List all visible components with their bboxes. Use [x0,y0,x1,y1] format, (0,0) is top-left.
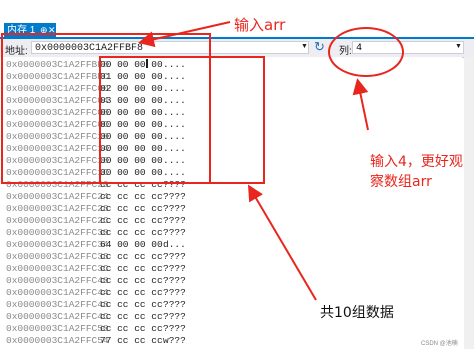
annotation-ten-groups: 共10组数据 [320,305,394,321]
watermark: CSDN @池楠 [421,341,458,347]
annotation-input-4: 输入4，更好观 察数组arr [370,152,470,192]
annotation-input-4-line2: 察数组arr [370,174,432,190]
arrow-to-address [138,21,231,48]
arrow-to-data [247,184,317,301]
arrow-to-columns [352,78,369,131]
annotation-input-arr: 输入arr [234,16,286,34]
annotation-input-4-line1: 输入4，更好观 [370,154,463,170]
